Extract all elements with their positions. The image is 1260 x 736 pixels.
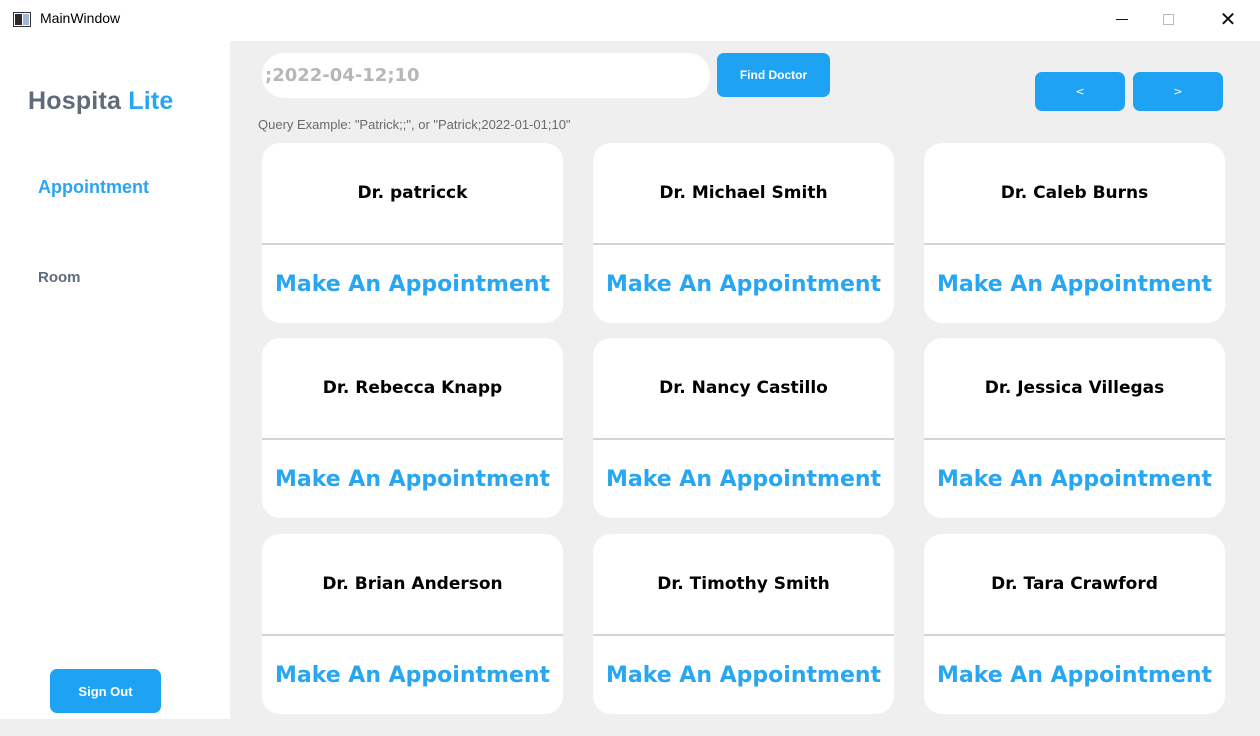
main-window: MainWindow ✕ Hospita Lite Appointment Ro… <box>0 0 1260 736</box>
make-appointment-button[interactable]: Make An Appointment <box>262 636 563 714</box>
title-bar: MainWindow ✕ <box>0 0 1260 41</box>
make-appointment-button[interactable]: Make An Appointment <box>593 636 894 714</box>
logo-text-primary: Hospita <box>28 87 122 115</box>
make-appointment-button[interactable]: Make An Appointment <box>924 245 1225 323</box>
doctor-card: Dr. Brian Anderson Make An Appointment <box>262 534 563 714</box>
main-panel: ;2022-04-12;10 Find Doctor Query Example… <box>230 41 1260 736</box>
maximize-icon <box>1162 13 1174 25</box>
prev-page-button[interactable]: < <box>1035 72 1125 111</box>
doctor-name: Dr. Caleb Burns <box>1000 183 1149 203</box>
sign-out-button[interactable]: Sign Out <box>50 669 161 713</box>
search-input[interactable]: ;2022-04-12;10 <box>262 53 710 98</box>
minimize-button[interactable] <box>1099 4 1145 34</box>
window-title: MainWindow <box>40 10 121 26</box>
query-hint: Query Example: "Patrick;;", or "Patrick;… <box>258 117 571 132</box>
make-appointment-button[interactable]: Make An Appointment <box>262 245 563 323</box>
doctor-name: Dr. Tara Crawford <box>991 574 1158 594</box>
app-window-icon <box>13 12 31 27</box>
close-button[interactable]: ✕ <box>1205 4 1251 34</box>
doctor-card: Dr. Tara Crawford Make An Appointment <box>924 534 1225 714</box>
minimize-icon <box>1116 18 1128 20</box>
doctor-card: Dr. Timothy Smith Make An Appointment <box>593 534 894 714</box>
next-page-button[interactable]: > <box>1133 72 1223 111</box>
logo-text-accent: Lite <box>128 87 174 115</box>
find-doctor-button[interactable]: Find Doctor <box>717 53 830 97</box>
doctor-name: Dr. Brian Anderson <box>322 574 503 594</box>
sidebar-item-appointment[interactable]: Appointment <box>38 177 149 198</box>
doctor-card: Dr. patricck Make An Appointment <box>262 143 563 323</box>
make-appointment-button[interactable]: Make An Appointment <box>262 440 563 518</box>
doctor-name: Dr. patricck <box>357 183 468 203</box>
doctor-name: Dr. Rebecca Knapp <box>322 378 503 398</box>
doctor-name: Dr. Nancy Castillo <box>659 378 828 398</box>
app-logo: Hospita Lite <box>28 87 173 116</box>
doctor-card: Dr. Rebecca Knapp Make An Appointment <box>262 338 563 518</box>
make-appointment-button[interactable]: Make An Appointment <box>924 636 1225 714</box>
doctor-card: Dr. Caleb Burns Make An Appointment <box>924 143 1225 323</box>
doctor-card: Dr. Michael Smith Make An Appointment <box>593 143 894 323</box>
doctor-card: Dr. Nancy Castillo Make An Appointment <box>593 338 894 518</box>
doctor-name: Dr. Timothy Smith <box>657 574 830 594</box>
make-appointment-button[interactable]: Make An Appointment <box>924 440 1225 518</box>
doctor-name: Dr. Michael Smith <box>659 183 828 203</box>
doctor-card: Dr. Jessica Villegas Make An Appointment <box>924 338 1225 518</box>
sidebar: Hospita Lite Appointment Room Sign Out <box>0 41 230 719</box>
bottom-strip <box>0 719 230 736</box>
maximize-button[interactable] <box>1145 4 1191 34</box>
make-appointment-button[interactable]: Make An Appointment <box>593 245 894 323</box>
sidebar-item-room[interactable]: Room <box>38 269 81 286</box>
doctor-name: Dr. Jessica Villegas <box>984 378 1165 398</box>
make-appointment-button[interactable]: Make An Appointment <box>593 440 894 518</box>
close-icon: ✕ <box>1219 7 1237 31</box>
